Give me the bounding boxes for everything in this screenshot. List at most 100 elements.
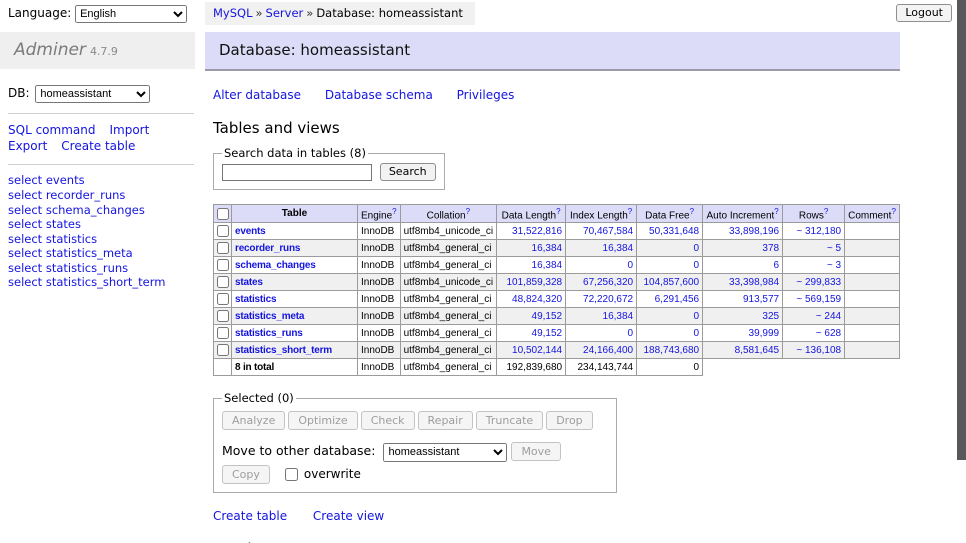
data-length-link[interactable]: 49,152 xyxy=(532,328,563,339)
table-link[interactable]: events xyxy=(46,173,85,187)
index-length-link[interactable]: 70,467,584 xyxy=(583,226,633,237)
rows-link[interactable]: ~ 5 xyxy=(827,243,841,254)
analyze-button[interactable]: Analyze xyxy=(222,411,285,430)
index-length-link[interactable]: 72,220,672 xyxy=(583,294,633,305)
move-button[interactable]: Move xyxy=(511,442,561,461)
auto-increment-link[interactable]: 378 xyxy=(762,243,779,254)
index-length-link[interactable]: 16,384 xyxy=(603,311,634,322)
table-link[interactable]: statistics_short_term xyxy=(46,275,166,289)
table-name-link[interactable]: statistics xyxy=(235,294,276,305)
auto-increment-link[interactable]: 6 xyxy=(774,260,780,271)
column-help-link[interactable]: ? xyxy=(891,207,895,216)
data-free-link[interactable]: 0 xyxy=(694,311,700,322)
table-link[interactable]: schema_changes xyxy=(46,203,145,217)
row-checkbox[interactable] xyxy=(217,259,229,271)
optimize-button[interactable]: Optimize xyxy=(288,411,357,430)
auto-increment-link[interactable]: 33,398,984 xyxy=(729,277,779,288)
table-name-link[interactable]: recorder_runs xyxy=(235,243,300,254)
table-name-link[interactable]: schema_changes xyxy=(235,260,316,271)
rows-link[interactable]: ~ 244 xyxy=(816,311,841,322)
table-link[interactable]: statistics_runs xyxy=(46,261,128,275)
column-help-link[interactable]: ? xyxy=(690,207,694,216)
index-length-link[interactable]: 67,256,320 xyxy=(583,277,633,288)
create-view-link[interactable]: Create view xyxy=(313,509,384,523)
sidebar-link-import[interactable]: Import xyxy=(109,122,149,138)
table-name-link[interactable]: statistics_runs xyxy=(235,328,303,339)
table-link[interactable]: recorder_runs xyxy=(46,188,126,202)
index-length-link[interactable]: 0 xyxy=(628,328,634,339)
row-checkbox[interactable] xyxy=(217,276,229,288)
data-length-link[interactable]: 31,522,816 xyxy=(512,226,562,237)
rows-link[interactable]: ~ 136,108 xyxy=(796,345,841,356)
row-checkbox[interactable] xyxy=(217,310,229,322)
copy-button[interactable]: Copy xyxy=(222,465,270,484)
row-checkbox[interactable] xyxy=(217,242,229,254)
column-help-link[interactable]: ? xyxy=(556,207,560,216)
table-link[interactable]: statistics xyxy=(46,232,97,246)
scrollbar-thumb[interactable] xyxy=(957,0,966,460)
logout-button[interactable]: Logout xyxy=(896,4,952,22)
data-free-link[interactable]: 188,743,680 xyxy=(643,345,699,356)
language-select[interactable]: English xyxy=(75,5,187,23)
auto-increment-link[interactable]: 8,581,645 xyxy=(735,345,780,356)
sidebar-link-export[interactable]: Export xyxy=(8,138,47,154)
adminer-home-link[interactable]: Adminer xyxy=(14,40,86,60)
index-length-link[interactable]: 16,384 xyxy=(603,243,634,254)
rows-link[interactable]: ~ 628 xyxy=(816,328,841,339)
rows-link[interactable]: ~ 299,833 xyxy=(796,277,841,288)
data-free-link[interactable]: 6,291,456 xyxy=(655,294,700,305)
data-length-link[interactable]: 48,824,320 xyxy=(512,294,562,305)
select-link[interactable]: select xyxy=(8,203,42,217)
auto-increment-link[interactable]: 325 xyxy=(762,311,779,322)
select-link[interactable]: select xyxy=(8,275,42,289)
select-link[interactable]: select xyxy=(8,173,42,187)
truncate-button[interactable]: Truncate xyxy=(476,411,543,430)
table-link[interactable]: states xyxy=(46,217,81,231)
data-length-link[interactable]: 49,152 xyxy=(532,311,563,322)
select-all-checkbox[interactable] xyxy=(217,208,229,220)
data-free-link[interactable]: 50,331,648 xyxy=(649,226,699,237)
create-table-link[interactable]: Create table xyxy=(213,509,287,523)
select-link[interactable]: select xyxy=(8,188,42,202)
data-free-link[interactable]: 0 xyxy=(694,260,700,271)
breadcrumb-server-link[interactable]: Server xyxy=(266,6,304,20)
table-link[interactable]: statistics_meta xyxy=(46,246,133,260)
table-name-link[interactable]: events xyxy=(235,226,266,237)
auto-increment-link[interactable]: 33,898,196 xyxy=(729,226,779,237)
check-button[interactable]: Check xyxy=(361,411,415,430)
row-checkbox[interactable] xyxy=(217,344,229,356)
row-checkbox[interactable] xyxy=(217,293,229,305)
column-help-link[interactable]: ? xyxy=(628,207,632,216)
repair-button[interactable]: Repair xyxy=(418,411,473,430)
sidebar-link-create-table[interactable]: Create table xyxy=(61,138,135,154)
table-name-link[interactable]: statistics_short_term xyxy=(235,345,332,356)
move-database-select[interactable]: homeassistant xyxy=(383,443,507,462)
drop-button[interactable]: Drop xyxy=(546,411,592,430)
data-length-link[interactable]: 16,384 xyxy=(532,260,563,271)
rows-link[interactable]: ~ 3 xyxy=(827,260,841,271)
select-link[interactable]: select xyxy=(8,261,42,275)
data-length-link[interactable]: 101,859,328 xyxy=(506,277,562,288)
search-input[interactable] xyxy=(222,164,372,181)
auto-increment-link[interactable]: 913,577 xyxy=(743,294,779,305)
db-select[interactable]: homeassistant xyxy=(35,85,150,103)
data-free-link[interactable]: 104,857,600 xyxy=(643,277,699,288)
privileges-link[interactable]: Privileges xyxy=(457,88,515,102)
rows-link[interactable]: ~ 569,159 xyxy=(796,294,841,305)
rows-link[interactable]: ~ 312,180 xyxy=(796,226,841,237)
table-name-link[interactable]: statistics_meta xyxy=(235,311,304,322)
column-help-link[interactable]: ? xyxy=(824,207,828,216)
column-help-link[interactable]: ? xyxy=(392,207,396,216)
data-free-link[interactable]: 0 xyxy=(694,328,700,339)
sidebar-link-sql-command[interactable]: SQL command xyxy=(8,122,95,138)
column-help-link[interactable]: ? xyxy=(774,207,778,216)
index-length-link[interactable]: 0 xyxy=(628,260,634,271)
select-link[interactable]: select xyxy=(8,232,42,246)
column-help-link[interactable]: ? xyxy=(466,207,470,216)
search-button[interactable]: Search xyxy=(380,163,436,181)
select-link[interactable]: select xyxy=(8,246,42,260)
overwrite-checkbox[interactable] xyxy=(285,468,298,481)
breadcrumb-mysql-link[interactable]: MySQL xyxy=(213,6,253,20)
data-length-link[interactable]: 16,384 xyxy=(532,243,563,254)
data-length-link[interactable]: 10,502,144 xyxy=(512,345,562,356)
